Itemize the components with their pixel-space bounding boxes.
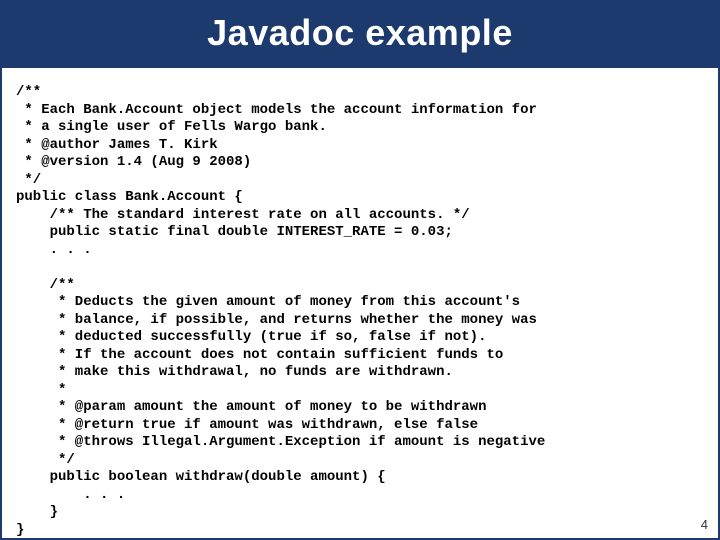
slide: Javadoc example /** * Each Bank.Account … [0, 0, 720, 540]
code-block: /** * Each Bank.Account object models th… [2, 68, 718, 539]
slide-title: Javadoc example [2, 2, 718, 68]
page-number: 4 [701, 517, 708, 532]
